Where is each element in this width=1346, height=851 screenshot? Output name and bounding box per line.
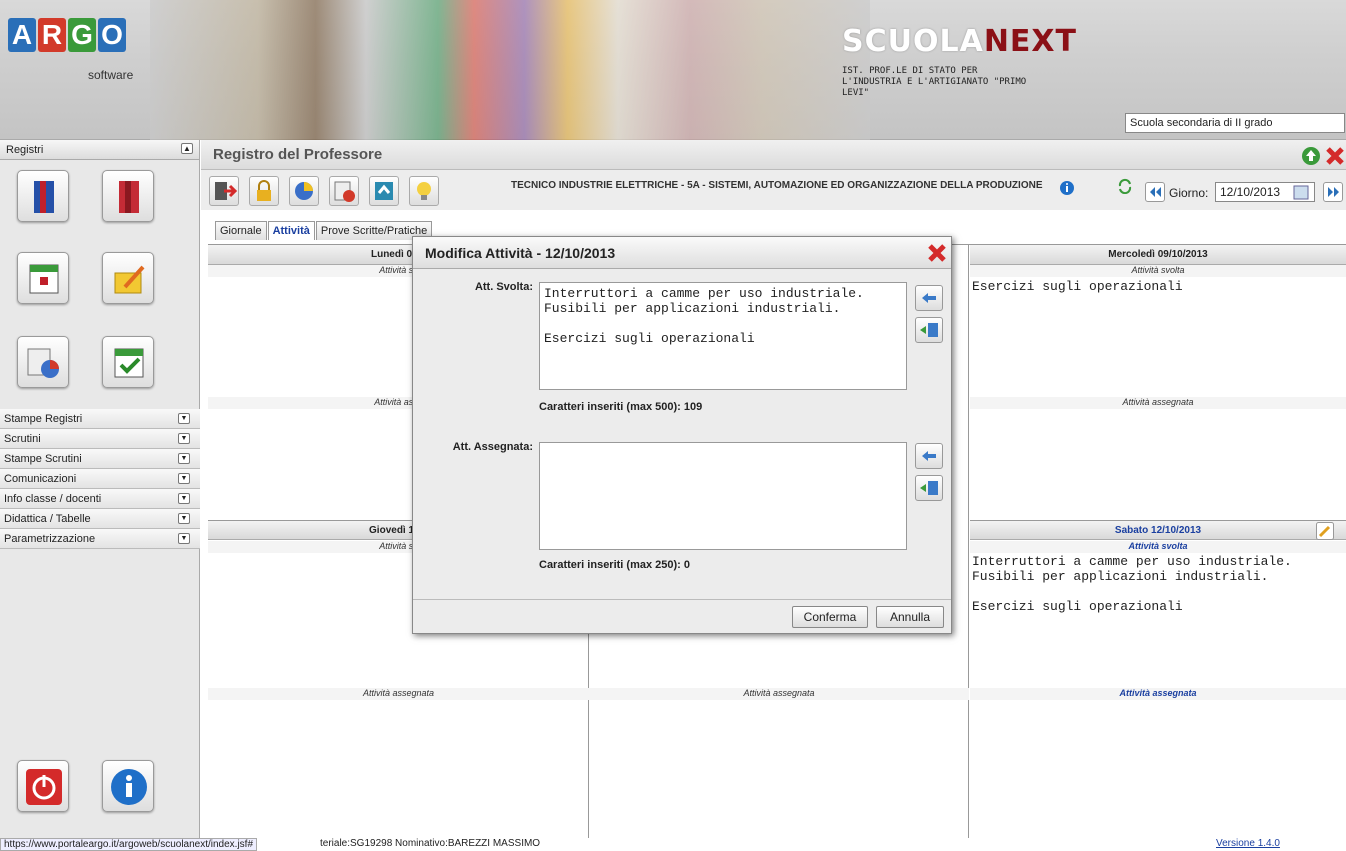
user-info: teriale:SG19298 Nominativo:BAREZZI MASSI… [320, 838, 541, 849]
logo-letter: R [38, 18, 66, 52]
tab-bar: Giornale Attività Prove Scritte/Pratiche [215, 221, 433, 240]
sidebar-item-comunicazioni[interactable]: Comunicazioni ▼ [0, 469, 200, 489]
expand-icon[interactable]: ▼ [178, 533, 190, 544]
school-name: IST. PROF.LE DI STATO PER L'INDUSTRIA E … [842, 66, 1027, 98]
info-button[interactable] [102, 760, 154, 812]
page-title: Registro del Professore [213, 146, 383, 163]
sub-svolta: Attività svolta [970, 265, 1346, 277]
statistics-button[interactable] [17, 336, 69, 388]
argo-logo: ARGO software [8, 18, 133, 82]
sidebar-item-info-classe[interactable]: Info classe / docenti ▼ [0, 489, 200, 509]
saturday-activity: Interruttori a camme per uso industriale… [972, 554, 1292, 614]
logo-letter: G [68, 18, 96, 52]
sidebar-item-stampe-scrutini[interactable]: Stampe Scrutini ▼ [0, 449, 200, 469]
sub-assegnata: Attività assegnata [970, 688, 1346, 700]
lightbulb-icon[interactable] [409, 176, 439, 206]
toolbar: TECNICO INDUSTRIE ELETTRICHE - 5A - SIST… [201, 170, 1346, 210]
status-url: https://www.portaleargo.it/argoweb/scuol… [0, 838, 258, 851]
collapse-icon[interactable]: ▲ [181, 143, 193, 154]
arrow-up-icon[interactable] [1301, 146, 1321, 166]
expand-icon[interactable]: ▼ [178, 433, 190, 444]
previous-day-button[interactable] [1145, 182, 1165, 202]
expand-icon[interactable]: ▼ [178, 513, 190, 524]
registro-professore-button[interactable] [102, 170, 154, 222]
cancel-button[interactable]: Annulla [876, 606, 944, 628]
exit-icon[interactable] [209, 176, 239, 206]
registro-classe-button[interactable] [17, 170, 69, 222]
sidebar-item-didattica[interactable]: Didattica / Tabelle ▼ [0, 509, 200, 529]
header-banner-image [150, 0, 870, 140]
wednesday-activity: Esercizi sugli operazionali [972, 279, 1183, 294]
svolta-char-count: Caratteri inseriti (max 500): 109 [539, 401, 703, 413]
logo-letter: O [98, 18, 126, 52]
next-day-button[interactable] [1323, 182, 1343, 202]
sub-assegnata: Attività assegnata [208, 688, 589, 700]
attendance-check-button[interactable] [102, 336, 154, 388]
app-header: ARGO software SCUOLANEXT IST. PROF.LE DI… [0, 0, 1346, 140]
assegnata-char-count: Caratteri inseriti (max 250): 0 [539, 559, 691, 571]
sidebar: Registri ▲ Stampe Registri ▼ Scrutini ▼ St… [0, 140, 200, 838]
calendar-button[interactable] [17, 252, 69, 304]
sub-svolta: Attività svolta [970, 541, 1346, 553]
chart-icon[interactable] [289, 176, 319, 206]
confirm-button[interactable]: Conferma [792, 606, 868, 628]
lock-icon[interactable] [249, 176, 279, 206]
expand-icon[interactable]: ▼ [178, 453, 190, 464]
edit-pencil-icon[interactable] [1316, 522, 1334, 540]
scuolanext-logo: SCUOLANEXT [842, 24, 1078, 59]
sidebar-menu: Stampe Registri ▼ Scrutini ▼ Stampe Scruti… [0, 409, 200, 549]
page-title-bar: Registro del Professore [201, 140, 1346, 170]
import-icon[interactable] [915, 317, 943, 343]
assegnata-textarea[interactable] [539, 442, 907, 550]
sidebar-item-scrutini[interactable]: Scrutini ▼ [0, 429, 200, 449]
school-type-select[interactable]: Scuola secondaria di II grado [1125, 113, 1345, 133]
sub-assegnata: Attività assegnata [589, 688, 969, 700]
assegnata-label: Att. Assegnata: [452, 441, 533, 453]
logo-letter: A [8, 18, 36, 52]
import-icon[interactable] [915, 475, 943, 501]
copy-from-icon[interactable] [915, 285, 943, 311]
expand-icon[interactable]: ▼ [178, 413, 190, 424]
close-icon[interactable] [927, 243, 947, 263]
dialog-title: Modifica Attività - 12/10/2013 [425, 245, 616, 261]
sidebar-item-stampe-registri[interactable]: Stampe Registri ▼ [0, 409, 200, 429]
status-bar: https://www.portaleargo.it/argoweb/scuol… [0, 838, 1346, 851]
edit-notes-button[interactable] [102, 252, 154, 304]
giorno-label: Giorno: [1169, 186, 1209, 200]
modifica-attivita-dialog: Modifica Attività - 12/10/2013 Att. Svol… [412, 236, 952, 634]
calendar-picker-icon[interactable] [1293, 184, 1309, 200]
tab-giornale[interactable]: Giornale [215, 221, 267, 240]
sidebar-item-parametrizzazione[interactable]: Parametrizzazione ▼ [0, 529, 200, 549]
logout-button[interactable] [17, 760, 69, 812]
info-icon[interactable] [1059, 180, 1075, 196]
svolta-textarea[interactable]: Interruttori a camme per uso industriale… [539, 282, 907, 390]
expand-icon[interactable]: ▼ [178, 473, 190, 484]
sync-icon[interactable] [1117, 178, 1133, 194]
tab-attivita[interactable]: Attività [267, 221, 315, 240]
sub-assegnata: Attività assegnata [970, 397, 1346, 409]
version-link[interactable]: Versione 1.4.0 [1216, 838, 1280, 849]
sidebar-section-registri[interactable]: Registri ▲ [0, 140, 199, 160]
dialog-title-bar: Modifica Attività - 12/10/2013 [413, 237, 951, 269]
class-info: TECNICO INDUSTRIE ELETTRICHE - 5A - SIST… [511, 180, 1043, 191]
report-icon[interactable] [329, 176, 359, 206]
close-icon[interactable] [1325, 146, 1345, 166]
copy-from-icon[interactable] [915, 443, 943, 469]
refresh-icon[interactable] [369, 176, 399, 206]
svolta-label: Att. Svolta: [474, 281, 533, 293]
day-header-saturday: Sabato 12/10/2013 [970, 520, 1346, 540]
logo-subtitle: software [88, 68, 134, 82]
expand-icon[interactable]: ▼ [178, 493, 190, 504]
day-header-wednesday: Mercoledì 09/10/2013 [970, 245, 1346, 265]
